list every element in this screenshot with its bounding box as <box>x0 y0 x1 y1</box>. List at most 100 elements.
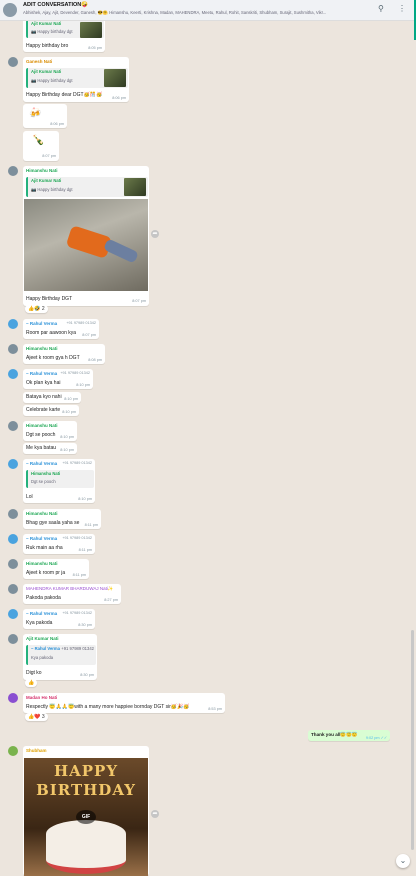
quoted-message[interactable]: Ajit Kumar Nati 📷 Happy birthday dgt <box>26 68 128 88</box>
message-bubble[interactable]: Himanshu Nati Ajit Kumar Nati 📷 Happy bi… <box>23 166 149 306</box>
message-text: Happy Birthday dear DGT🥳🎊🥳 <box>26 92 103 98</box>
reaction-badge[interactable]: 👍 <box>25 679 38 687</box>
avatar[interactable] <box>8 746 18 756</box>
sender-name[interactable]: ~ Rahul Verma <box>26 321 57 326</box>
avatar[interactable] <box>8 421 18 431</box>
champagne-emoji: 🍾 <box>32 135 45 146</box>
message-time: 8:10 pm <box>64 397 78 401</box>
group-avatar[interactable] <box>3 3 17 17</box>
quoted-sender: Ajit Kumar Nati <box>31 21 62 26</box>
message-time: 8:10 pm <box>60 448 74 452</box>
message-time: 9:02 pm ✓✓ <box>365 736 387 740</box>
message-text: Happy Birthday DGT <box>26 296 73 302</box>
group-title[interactable]: ADIT CONVERSATION🤪 <box>23 2 88 8</box>
message-bubble[interactable]: 🍾 8:07 pm <box>23 131 59 161</box>
message-time: 8:27 pm <box>104 598 118 602</box>
avatar[interactable] <box>8 693 18 703</box>
message-bubble[interactable]: Himanshu Nati Ajeet k room gya h DGT 8:0… <box>23 344 105 364</box>
avatar[interactable] <box>8 459 18 469</box>
message-bubble[interactable]: Ganesh Nati Ajit Kumar Nati 📷 Happy birt… <box>23 57 129 102</box>
message-bubble[interactable]: ~ Rahul Verma +91 97989 01342 Ruk main a… <box>23 534 95 554</box>
message-bubble[interactable]: ~ Rahul Verma +91 97989 01342 Kya pakoda… <box>23 609 95 629</box>
avatar[interactable] <box>8 584 18 594</box>
message-text: Ajeet k room pr ja <box>26 570 66 576</box>
sender-name[interactable]: ~ Rahul Verma <box>26 461 57 466</box>
quoted-message[interactable]: ~ Rahul Verma +91 97989 01342 Kya pakoda <box>26 645 96 665</box>
sender-name[interactable]: Himanshu Nati <box>26 511 58 516</box>
outgoing-message-bubble[interactable]: Thank you all😇😇😇 9:02 pm ✓✓ <box>308 730 390 741</box>
message-text: Ok plan kya hai <box>26 380 61 386</box>
sender-name[interactable]: Himanshu Nati <box>26 168 58 173</box>
sender-phone: +91 97989 01342 <box>60 371 90 375</box>
message-bubble[interactable]: Himanshu Nati Dgt se pooch 8:10 pm <box>23 421 77 441</box>
menu-icon[interactable]: ⋮ <box>398 4 406 13</box>
avatar[interactable] <box>8 319 18 329</box>
avatar[interactable] <box>8 509 18 519</box>
message-bubble[interactable]: Himanshu Nati Ajeet k room pr ja 8:11 pm <box>23 559 89 579</box>
message-bubble[interactable]: 🍻 8:06 pm <box>23 104 67 128</box>
gif-play-badge[interactable]: GIF <box>76 810 96 824</box>
message-bubble[interactable]: Bataya kyo nahi 8:10 pm <box>23 392 81 403</box>
sender-name[interactable]: Himanshu Nati <box>26 561 58 566</box>
quoted-image-thumbnail <box>124 178 146 196</box>
message-bubble[interactable]: Me kya batau 8:10 pm <box>23 443 77 454</box>
message-bubble[interactable]: Celebrate karte 8:10 pm <box>23 405 79 416</box>
avatar[interactable] <box>8 166 18 176</box>
message-bubble[interactable]: ~ Rahul Verma +91 97989 01342 Ok plan ky… <box>23 369 93 389</box>
message-bubble[interactable]: Ajit Kumar Nati 📷 Happy birthday dgt Hap… <box>23 18 105 52</box>
avatar[interactable] <box>8 344 18 354</box>
quoted-text: Dgt se pooch <box>31 479 56 484</box>
message-time: 8:05 pm <box>88 46 102 50</box>
message-time: 8:10 pm <box>78 497 92 501</box>
message-bubble[interactable]: ~ Rahul Verma +91 97989 01342 Room par a… <box>23 319 99 339</box>
group-members: Abhishek, Ajay, Ajit, Devender, Ganesh, … <box>23 10 327 15</box>
scroll-down-button[interactable]: ⌄ <box>396 854 410 868</box>
avatar[interactable] <box>8 634 18 644</box>
quoted-message[interactable]: Ajit Kumar Nati 📷 Happy birthday dgt <box>26 20 104 38</box>
sender-name[interactable]: Shubham <box>26 748 47 753</box>
message-time: 8:10 pm <box>62 410 76 414</box>
quoted-text: Kya pakoda <box>31 655 54 660</box>
reaction-badge[interactable]: 👍❤️ 3 <box>25 713 48 721</box>
message-bubble[interactable]: Ajit Kumar Nati ~ Rahul Verma +91 97989 … <box>23 634 97 680</box>
sender-name[interactable]: Ajit Kumar Nati <box>26 636 59 641</box>
message-time: 8:06 pm <box>50 122 64 126</box>
sender-name[interactable]: Himanshu Nati <box>26 346 58 351</box>
avatar[interactable] <box>8 369 18 379</box>
message-bubble[interactable]: Himanshu Nati Bhag gye saala yaha se 8:1… <box>23 509 101 529</box>
quoted-sender: Ajit Kumar Nati <box>31 178 62 183</box>
quoted-message[interactable]: Ajit Kumar Nati 📷 Happy birthday dgt <box>26 177 148 197</box>
avatar[interactable] <box>8 534 18 544</box>
sender-phone: +91 97989 01342 <box>62 611 92 615</box>
gif-image[interactable]: HAPPY BIRTHDAY GIF <box>24 758 148 876</box>
forward-icon[interactable]: ➦ <box>151 230 159 238</box>
message-text: Room par aawoon kya <box>26 330 77 336</box>
chat-scrollbar[interactable] <box>411 630 414 850</box>
sender-name[interactable]: ~ Rahul Verma <box>26 371 57 376</box>
message-bubble[interactable]: Shubham HAPPY BIRTHDAY GIF <box>23 746 149 876</box>
message-text: Bataya kyo nahi <box>26 394 62 400</box>
message-bubble[interactable]: MAHENDRA KUMAR BHARDUWAJ Nati✨ Pakoda pa… <box>23 584 121 604</box>
search-icon[interactable]: ⚲ <box>378 4 384 13</box>
sender-name[interactable]: MAHENDRA KUMAR BHARDUWAJ Nati✨ <box>26 586 113 592</box>
chat-header[interactable]: ADIT CONVERSATION🤪 Abhishek, Ajay, Ajit,… <box>0 0 416 21</box>
beer-emoji: 🍻 <box>29 108 42 119</box>
sender-name[interactable]: ~ Rahul Verma <box>26 536 57 541</box>
quoted-message[interactable]: Himanshu Nati Dgt se pooch <box>26 470 94 488</box>
sender-name[interactable]: Madan Ho Nati <box>26 695 57 700</box>
avatar[interactable] <box>8 559 18 569</box>
sender-name[interactable]: Himanshu Nati <box>26 423 58 428</box>
forward-icon[interactable]: ➦ <box>151 810 159 818</box>
message-bubble[interactable]: Madan Ho Nati Respectly 😇🙏🙏😇with a many … <box>23 693 225 713</box>
message-bubble[interactable]: ~ Rahul Verma +91 97989 01342 Himanshu N… <box>23 459 95 503</box>
photo-image[interactable] <box>24 199 148 291</box>
sender-name[interactable]: ~ Rahul Verma <box>26 611 57 616</box>
reaction-badge[interactable]: 👍🤣 2 <box>25 305 48 313</box>
message-time: 8:11 pm <box>84 523 98 527</box>
message-text: Digt ko <box>26 670 42 676</box>
message-time: 8:07 pm <box>132 299 146 303</box>
quoted-text: 📷 Happy birthday dgt <box>31 187 73 192</box>
sender-name[interactable]: Ganesh Nati <box>26 59 52 64</box>
avatar[interactable] <box>8 609 18 619</box>
avatar[interactable] <box>8 57 18 67</box>
